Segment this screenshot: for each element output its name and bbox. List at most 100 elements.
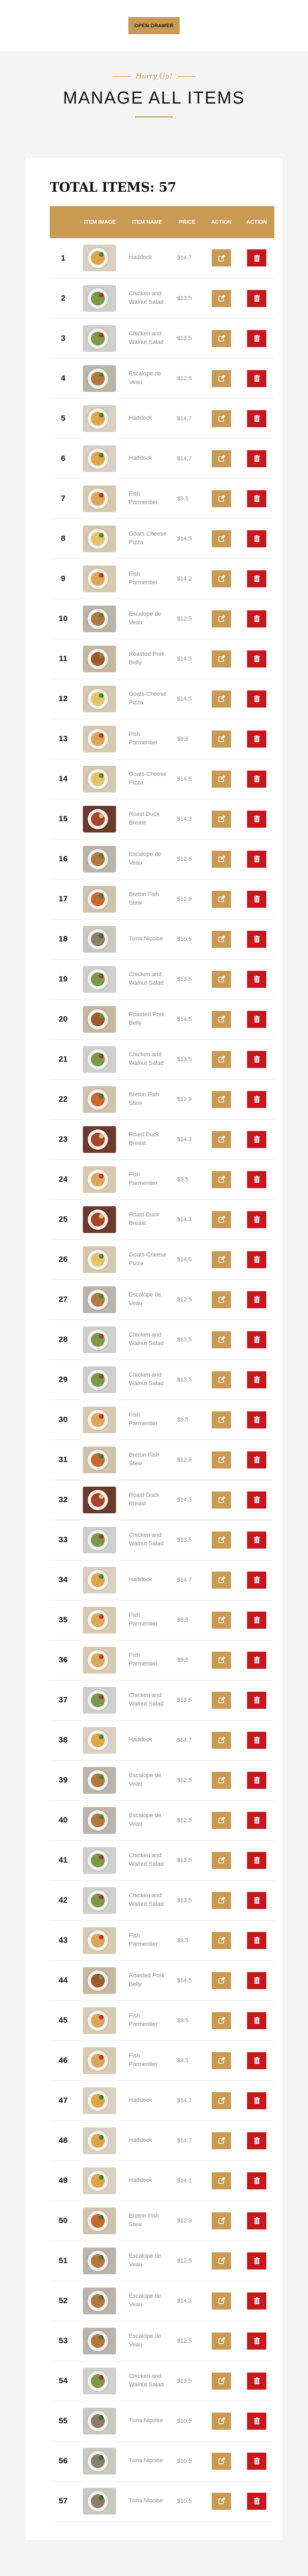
delete-item-button[interactable] [247, 249, 266, 267]
delete-item-button[interactable] [247, 450, 266, 467]
edit-item-button[interactable] [212, 289, 231, 307]
open-drawer-button[interactable]: OPEN DRAWER [128, 17, 180, 34]
edit-item-button[interactable] [212, 2092, 231, 2109]
edit-item-button[interactable] [212, 1171, 231, 1188]
delete-item-button[interactable] [247, 730, 266, 748]
delete-item-button[interactable] [247, 1651, 266, 1669]
edit-item-button[interactable] [212, 970, 231, 988]
delete-item-button[interactable] [247, 1451, 266, 1468]
edit-item-button[interactable] [212, 2452, 231, 2470]
delete-item-button[interactable] [247, 1411, 266, 1428]
edit-item-button[interactable] [212, 1571, 231, 1589]
delete-item-button[interactable] [247, 1851, 266, 1869]
edit-item-button[interactable] [212, 1691, 231, 1709]
delete-item-button[interactable] [247, 650, 266, 667]
delete-item-button[interactable] [247, 1531, 266, 1549]
delete-item-button[interactable] [247, 1611, 266, 1629]
edit-item-button[interactable] [212, 2172, 231, 2189]
delete-item-button[interactable] [247, 1050, 266, 1068]
edit-item-button[interactable] [212, 890, 231, 908]
delete-item-button[interactable] [247, 810, 266, 828]
edit-item-button[interactable] [212, 1211, 231, 1228]
delete-item-button[interactable] [247, 1251, 266, 1268]
delete-item-button[interactable] [247, 2012, 266, 2029]
edit-item-button[interactable] [212, 530, 231, 547]
edit-item-button[interactable] [212, 450, 231, 467]
edit-item-button[interactable] [212, 1931, 231, 1949]
edit-item-button[interactable] [212, 2252, 231, 2269]
delete-item-button[interactable] [247, 1771, 266, 1789]
edit-item-button[interactable] [212, 570, 231, 587]
edit-item-button[interactable] [212, 1050, 231, 1068]
delete-item-button[interactable] [247, 2452, 266, 2470]
edit-item-button[interactable] [212, 1771, 231, 1789]
edit-item-button[interactable] [212, 490, 231, 507]
edit-item-button[interactable] [212, 1251, 231, 1268]
edit-item-button[interactable] [212, 850, 231, 868]
delete-item-button[interactable] [247, 1171, 266, 1188]
delete-item-button[interactable] [247, 490, 266, 507]
delete-item-button[interactable] [247, 1211, 266, 1228]
edit-item-button[interactable] [212, 650, 231, 667]
edit-item-button[interactable] [212, 2212, 231, 2229]
delete-item-button[interactable] [247, 2252, 266, 2269]
edit-item-button[interactable] [212, 2412, 231, 2430]
delete-item-button[interactable] [247, 570, 266, 587]
edit-item-button[interactable] [212, 1531, 231, 1549]
edit-item-button[interactable] [212, 1331, 231, 1348]
edit-item-button[interactable] [212, 1130, 231, 1148]
edit-item-button[interactable] [212, 2372, 231, 2390]
edit-item-button[interactable] [212, 1972, 231, 1989]
delete-item-button[interactable] [247, 2132, 266, 2149]
delete-item-button[interactable] [247, 1130, 266, 1148]
delete-item-button[interactable] [247, 1291, 266, 1308]
delete-item-button[interactable] [247, 2492, 266, 2510]
edit-item-button[interactable] [212, 329, 231, 347]
delete-item-button[interactable] [247, 1491, 266, 1509]
edit-item-button[interactable] [212, 2332, 231, 2350]
delete-item-button[interactable] [247, 1731, 266, 1749]
edit-item-button[interactable] [212, 2492, 231, 2510]
delete-item-button[interactable] [247, 530, 266, 547]
edit-item-button[interactable] [212, 690, 231, 708]
delete-item-button[interactable] [247, 2212, 266, 2229]
edit-item-button[interactable] [212, 1451, 231, 1468]
edit-item-button[interactable] [212, 410, 231, 427]
delete-item-button[interactable] [247, 970, 266, 988]
delete-item-button[interactable] [247, 2332, 266, 2350]
edit-item-button[interactable] [212, 2052, 231, 2069]
edit-item-button[interactable] [212, 1811, 231, 1829]
edit-item-button[interactable] [212, 930, 231, 948]
delete-item-button[interactable] [247, 1371, 266, 1388]
edit-item-button[interactable] [212, 1010, 231, 1028]
delete-item-button[interactable] [247, 690, 266, 708]
delete-item-button[interactable] [247, 930, 266, 948]
delete-item-button[interactable] [247, 1691, 266, 1709]
edit-item-button[interactable] [212, 770, 231, 788]
edit-item-button[interactable] [212, 2132, 231, 2149]
edit-item-button[interactable] [212, 610, 231, 627]
edit-item-button[interactable] [212, 2292, 231, 2310]
edit-item-button[interactable] [212, 2012, 231, 2029]
delete-item-button[interactable] [247, 610, 266, 627]
edit-item-button[interactable] [212, 1731, 231, 1749]
edit-item-button[interactable] [212, 1851, 231, 1869]
delete-item-button[interactable] [247, 289, 266, 307]
edit-item-button[interactable] [212, 249, 231, 267]
delete-item-button[interactable] [247, 2092, 266, 2109]
delete-item-button[interactable] [247, 890, 266, 908]
delete-item-button[interactable] [247, 2292, 266, 2310]
delete-item-button[interactable] [247, 1090, 266, 1108]
edit-item-button[interactable] [212, 1411, 231, 1428]
edit-item-button[interactable] [212, 810, 231, 828]
delete-item-button[interactable] [247, 2172, 266, 2189]
delete-item-button[interactable] [247, 2052, 266, 2069]
delete-item-button[interactable] [247, 410, 266, 427]
edit-item-button[interactable] [212, 1611, 231, 1629]
edit-item-button[interactable] [212, 1891, 231, 1909]
delete-item-button[interactable] [247, 1331, 266, 1348]
edit-item-button[interactable] [212, 1491, 231, 1509]
delete-item-button[interactable] [247, 1931, 266, 1949]
edit-item-button[interactable] [212, 1651, 231, 1669]
edit-item-button[interactable] [212, 730, 231, 748]
